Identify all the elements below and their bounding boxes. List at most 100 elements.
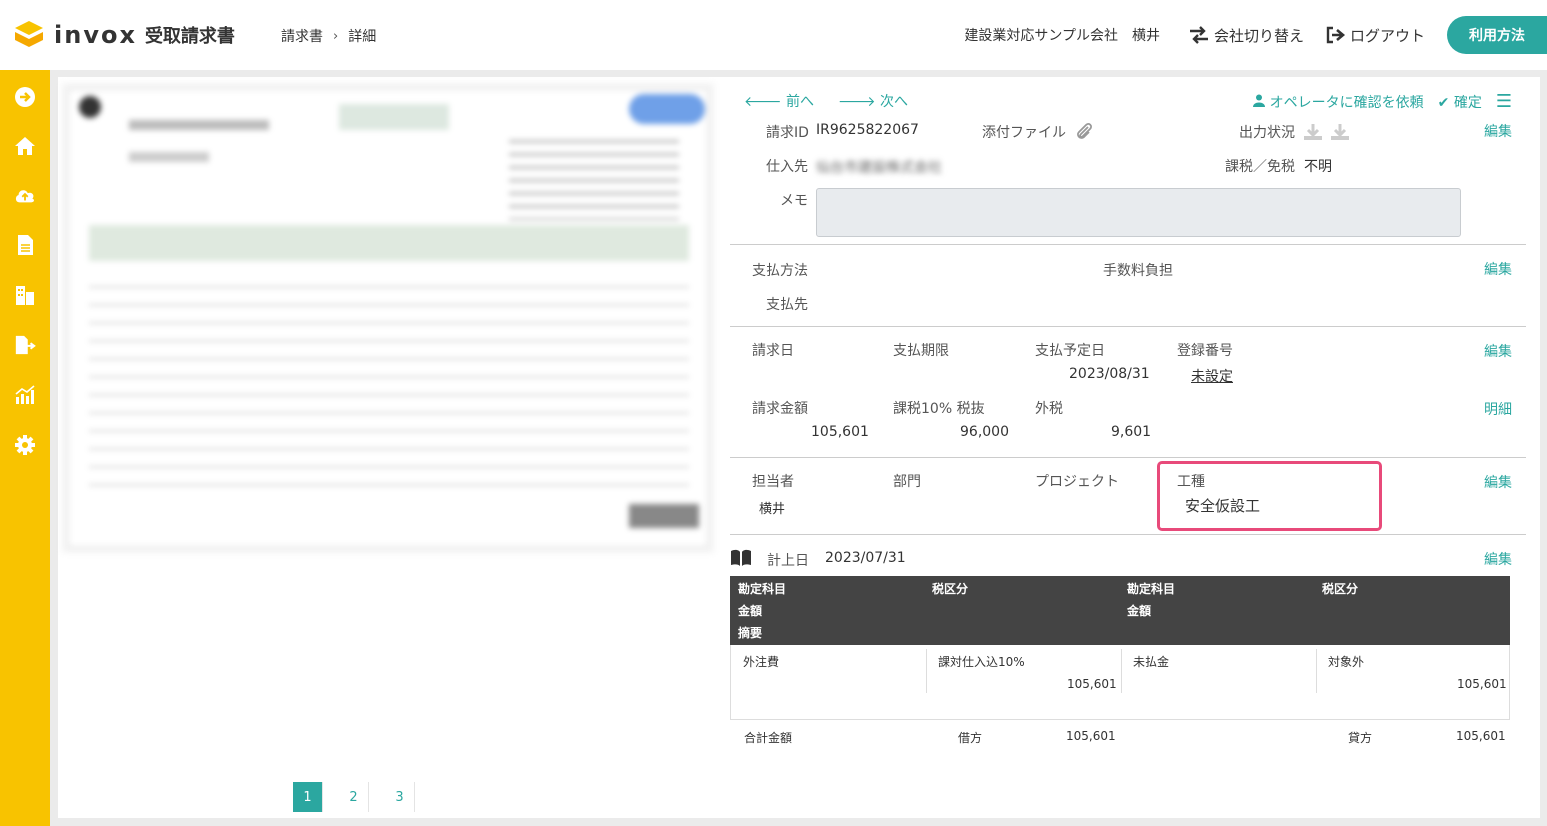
- cloud-upload-icon[interactable]: [14, 184, 36, 206]
- logout-icon: [1326, 26, 1346, 44]
- tax10-label: 課税10% 税抜: [893, 401, 985, 417]
- app-header: invox 受取請求書 請求書 › 詳細 建設業対応サンプル会社 横井 会社切り…: [0, 0, 1547, 70]
- department-label: 部門: [893, 474, 921, 490]
- tax-status-value: 不明: [1304, 159, 1332, 175]
- breadcrumb-separator: ›: [333, 28, 339, 44]
- edit-journal-link[interactable]: 編集: [1484, 549, 1512, 569]
- book-icon: [731, 549, 751, 566]
- confirm-link[interactable]: ✔ 確定: [1438, 92, 1482, 112]
- tax-status-label: 課税／免税: [1225, 159, 1295, 175]
- edit-assignment-link[interactable]: 編集: [1484, 472, 1512, 492]
- tax10-value: 96,000: [960, 424, 1009, 440]
- ask-operator-link[interactable]: オペレータに確認を依頼: [1253, 92, 1424, 112]
- staff-value: 横井: [759, 502, 786, 517]
- total-label: 合計金額: [744, 731, 793, 745]
- header-debit-amount: 金額: [738, 604, 763, 618]
- help-button[interactable]: 利用方法: [1447, 16, 1547, 54]
- breadcrumb-detail: 詳細: [348, 29, 377, 45]
- app-logo[interactable]: invox 受取請求書: [12, 18, 235, 52]
- header-credit-tax: 税区分: [1322, 582, 1359, 596]
- next-link[interactable]: 🡒 次へ: [838, 91, 908, 111]
- credit-total-value: 105,601: [1456, 729, 1506, 743]
- memo-textarea[interactable]: [816, 188, 1461, 237]
- debit-total-value: 105,601: [1066, 729, 1116, 743]
- posting-date-value: 2023/07/31: [825, 550, 906, 566]
- invoice-image-preview[interactable]: [62, 83, 714, 553]
- registration-number-value[interactable]: 未設定: [1191, 366, 1233, 386]
- debit-amount-cell: 105,601: [1067, 677, 1117, 691]
- external-tax-label: 外税: [1035, 401, 1063, 417]
- staff-label: 担当者: [752, 474, 794, 490]
- attachment-label: 添付ファイル: [982, 125, 1066, 141]
- logo-subtitle: 受取請求書: [144, 26, 235, 47]
- debit-tax-cell: 課対仕入込10%: [938, 655, 1025, 669]
- fee-burden-label: 手数料負担: [1103, 263, 1173, 279]
- payee-label: 支払先: [766, 297, 808, 313]
- home-icon[interactable]: [14, 135, 36, 157]
- header-debit-tax: 税区分: [932, 582, 969, 596]
- edit-basic-link[interactable]: 編集: [1484, 121, 1512, 141]
- breadcrumb-invoices[interactable]: 請求書: [281, 26, 323, 46]
- posting-date-label: 計上日: [767, 553, 809, 569]
- page-2-button[interactable]: 2: [339, 782, 369, 812]
- page-pagination: 1 2 3: [293, 782, 415, 812]
- main-panel: 1 2 3 🡐 前へ 🡒 次へ オペレータに確認を依頼 ✔ 確定 ☰ 請求ID …: [58, 77, 1540, 818]
- header-memo: 摘要: [738, 626, 763, 640]
- edit-dates-link[interactable]: 編集: [1484, 341, 1512, 361]
- external-tax-value: 9,601: [1111, 424, 1152, 440]
- output-status-label: 出力状況: [1239, 125, 1295, 141]
- next-label: 次へ: [880, 94, 908, 110]
- user-icon: [1253, 94, 1266, 107]
- document-export-icon[interactable]: [14, 334, 36, 356]
- chart-icon[interactable]: [14, 384, 36, 406]
- invoice-amount-value: 105,601: [811, 424, 869, 440]
- debit-account-cell: 外注費: [743, 655, 780, 669]
- download-icon[interactable]: [1330, 123, 1350, 141]
- invoice-date-label: 請求日: [752, 343, 794, 359]
- credit-account-cell: 未払金: [1133, 655, 1170, 669]
- switch-icon: [1189, 26, 1208, 44]
- page-1-button[interactable]: 1: [293, 782, 323, 812]
- payment-method-label: 支払方法: [752, 263, 808, 279]
- menu-icon[interactable]: ☰: [1496, 91, 1512, 112]
- switch-company-link[interactable]: 会社切り替え: [1188, 25, 1304, 46]
- company-user-name: 建設業対応サンプル会社 横井: [964, 28, 1160, 44]
- document-icon[interactable]: [14, 234, 36, 256]
- edit-payment-link[interactable]: 編集: [1484, 259, 1512, 279]
- memo-label: メモ: [780, 193, 808, 209]
- page-3-button[interactable]: 3: [385, 782, 415, 812]
- invoice-id-value: IR9625822067: [816, 122, 919, 138]
- download-icon[interactable]: [1303, 123, 1323, 141]
- prev-link[interactable]: 🡐 前へ: [744, 91, 814, 111]
- logout-label: ログアウト: [1349, 26, 1425, 45]
- logo-icon: [15, 21, 43, 47]
- arrow-right-circle-icon[interactable]: [14, 86, 36, 108]
- supplier-label: 仕入先: [766, 159, 808, 175]
- registration-number-label: 登録番号: [1177, 343, 1233, 359]
- journal-table-row[interactable]: 外注費 課対仕入込10% 105,601 未払金 対象外 105,601: [730, 645, 1510, 720]
- credit-total-label: 貸方: [1348, 731, 1373, 745]
- paperclip-icon[interactable]: [1074, 122, 1094, 142]
- switch-company-label: 会社切り替え: [1213, 26, 1304, 45]
- debit-total-label: 借方: [958, 731, 983, 745]
- credit-tax-cell: 対象外: [1328, 655, 1365, 669]
- prev-label: 前へ: [786, 94, 814, 110]
- logo-text: invox: [54, 21, 137, 49]
- building-icon[interactable]: [14, 284, 36, 306]
- invoice-id-label: 請求ID: [766, 125, 809, 141]
- logout-link[interactable]: ログアウト: [1326, 25, 1425, 46]
- supplier-value: 仙台市建設株式会社: [816, 160, 942, 176]
- journal-table-header: 勘定科目 税区分 勘定科目 税区分 金額 金額 摘要: [730, 576, 1510, 645]
- work-type-highlight: [1157, 461, 1382, 531]
- ask-operator-label: オペレータに確認を依頼: [1269, 94, 1424, 111]
- credit-amount-cell: 105,601: [1457, 677, 1507, 691]
- header-credit-amount: 金額: [1127, 604, 1152, 618]
- line-detail-link[interactable]: 明細: [1484, 399, 1512, 419]
- sidebar: [0, 70, 50, 826]
- breadcrumb: 請求書 › 詳細: [281, 26, 376, 46]
- scheduled-date-value: 2023/08/31: [1069, 366, 1150, 382]
- header-credit-account: 勘定科目: [1127, 582, 1176, 596]
- project-label: プロジェクト: [1035, 474, 1119, 490]
- gear-icon[interactable]: [14, 434, 36, 456]
- invoice-amount-label: 請求金額: [752, 401, 808, 417]
